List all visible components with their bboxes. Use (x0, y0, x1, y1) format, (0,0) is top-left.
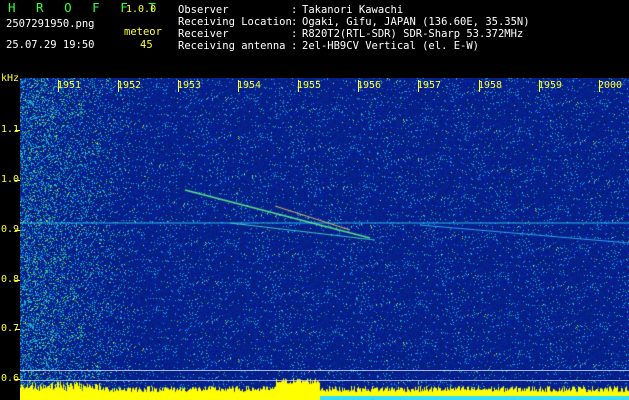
info-key: Receiving Location (178, 16, 292, 28)
info-key: Receiver (178, 28, 229, 40)
baseline-rule-upper (20, 370, 629, 371)
baseline-rule-lower (20, 380, 629, 381)
observation-datetime: 25.07.29 19:50 (6, 39, 95, 51)
y-tick-mark (15, 130, 20, 131)
meteor-count-label: meteor (124, 26, 162, 38)
x-tick-label: 1955 (296, 80, 322, 91)
y-tick-mark (15, 280, 20, 281)
x-tick-mark (599, 80, 600, 92)
spectrogram-plot (20, 78, 629, 400)
y-tick-mark (15, 329, 20, 330)
x-tick-label: 1959 (537, 80, 563, 91)
spectrogram-canvas (20, 78, 629, 400)
info-separator: : (291, 28, 298, 40)
y-tick-mark (15, 230, 20, 231)
info-value: Ogaki, Gifu, JAPAN (136.60E, 35.35N) (302, 16, 530, 28)
info-key: Observer (178, 4, 229, 16)
x-tick-label: 1954 (236, 80, 262, 91)
x-tick-label: 1953 (176, 80, 202, 91)
x-tick-mark (358, 80, 359, 92)
meteor-count-value: 45 (140, 39, 153, 51)
x-tick-label: 2000 (597, 80, 623, 91)
x-tick-label: 1952 (116, 80, 142, 91)
x-tick-label: 1956 (356, 80, 382, 91)
info-value: 2el-HB9CV Vertical (el. E-W) (302, 40, 480, 52)
x-tick-mark (238, 80, 239, 92)
x-tick-mark (539, 80, 540, 92)
x-tick-mark (118, 80, 119, 92)
image-filename: 2507291950.png (6, 18, 95, 30)
info-value: R820T2(RTL-SDR) SDR-Sharp 53.372MHz (302, 28, 524, 40)
header-panel: H R O F F T 1.0.0 2507291950.png 25.07.2… (0, 0, 629, 78)
info-separator: : (291, 40, 298, 52)
info-separator: : (291, 4, 298, 16)
x-tick-mark (479, 80, 480, 92)
y-tick-mark (15, 180, 20, 181)
y-tick-mark (15, 379, 20, 380)
x-tick-mark (298, 80, 299, 92)
x-tick-label: 1957 (416, 80, 442, 91)
x-tick-label: 1958 (477, 80, 503, 91)
info-value: Takanori Kawachi (302, 4, 404, 16)
info-key: Receiving antenna (178, 40, 286, 52)
x-tick-label: 1951 (56, 80, 82, 91)
x-tick-mark (58, 80, 59, 92)
x-tick-mark (178, 80, 179, 92)
app-version: 1.0.0 (126, 4, 157, 15)
x-tick-mark (418, 80, 419, 92)
info-separator: : (291, 16, 298, 28)
frequency-unit-label: kHz (1, 73, 20, 84)
